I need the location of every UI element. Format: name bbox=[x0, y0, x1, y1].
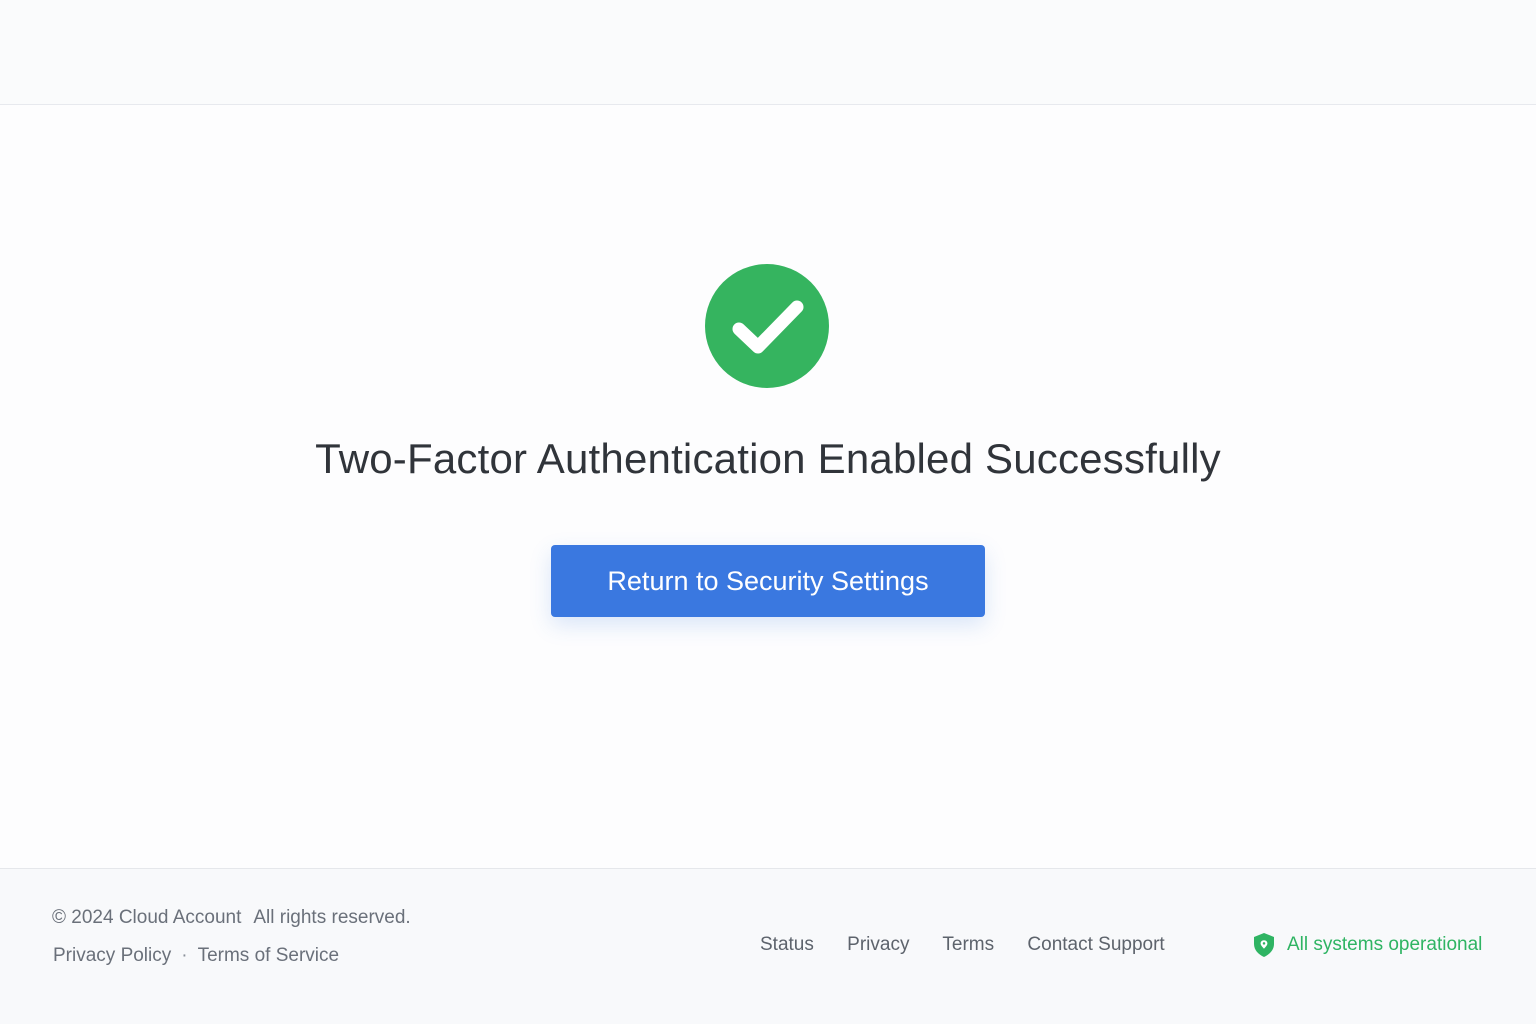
shield-icon bbox=[1252, 932, 1276, 958]
copyright: © 2024 Cloud Account All rights reserved. bbox=[52, 907, 411, 929]
separator-dot: · bbox=[181, 945, 188, 966]
footer-navigation: Status Privacy Terms Contact Support bbox=[760, 934, 1193, 956]
copyright-owner: © 2024 Cloud Account bbox=[52, 907, 242, 928]
terms-link[interactable]: Terms bbox=[942, 934, 994, 955]
contact-support-link[interactable]: Contact Support bbox=[1027, 934, 1164, 955]
return-to-security-settings-button[interactable]: Return to Security Settings bbox=[551, 545, 985, 617]
privacy-policy-link[interactable]: Privacy Policy bbox=[53, 945, 171, 966]
copyright-rights: All rights reserved. bbox=[253, 907, 411, 928]
top-bar bbox=[0, 0, 1536, 105]
footer: © 2024 Cloud Account All rights reserved.… bbox=[0, 868, 1536, 1024]
privacy-link[interactable]: Privacy bbox=[847, 934, 909, 955]
page-title: Two-Factor Authentication Enabled Succes… bbox=[315, 435, 1221, 482]
legal-links: Privacy Policy · Terms of Service bbox=[53, 945, 339, 967]
system-status: All systems operational bbox=[1252, 932, 1482, 958]
terms-of-service-link[interactable]: Terms of Service bbox=[198, 945, 339, 966]
status-link[interactable]: Status bbox=[760, 934, 814, 955]
system-status-text: All systems operational bbox=[1287, 934, 1483, 955]
page: Two-Factor Authentication Enabled Succes… bbox=[0, 0, 1536, 1024]
check-circle-icon bbox=[705, 264, 829, 388]
confirmation-panel: Two-Factor Authentication Enabled Succes… bbox=[0, 105, 1536, 868]
